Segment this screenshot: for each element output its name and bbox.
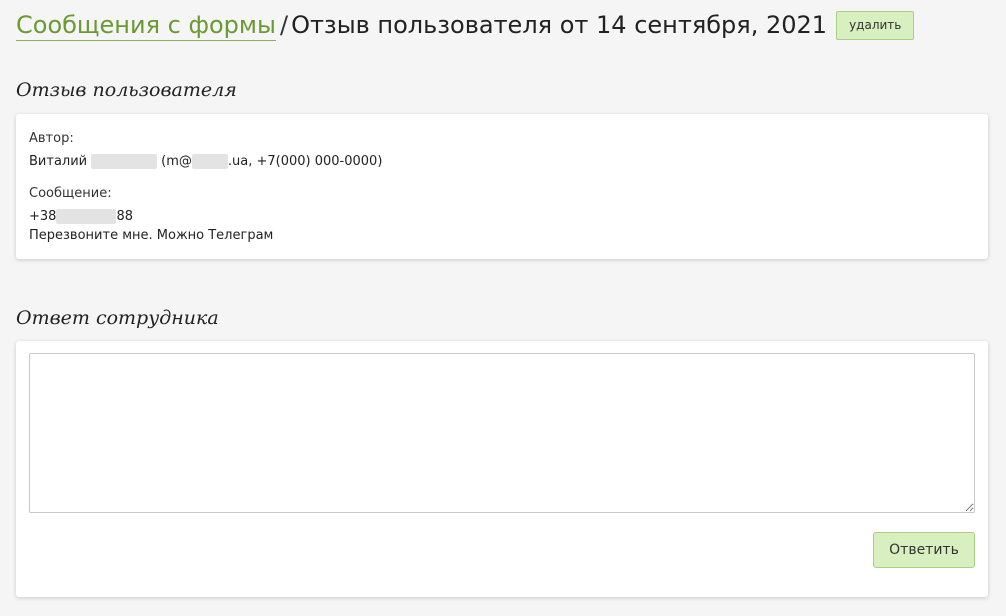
feedback-section-title: Отзыв пользователя	[16, 79, 237, 101]
reply-card: Ответить	[16, 341, 988, 597]
phone-suffix: 88	[116, 209, 133, 224]
breadcrumb-link-form-messages[interactable]: Сообщения с формы	[16, 10, 276, 41]
author-email-prefix: (m@	[161, 154, 192, 169]
author-name: Виталий	[29, 154, 88, 169]
page-title: Отзыв пользователя от 14 сентября, 2021	[291, 11, 828, 39]
phone-prefix: +38	[29, 209, 57, 224]
message-phone: +38 88	[29, 209, 133, 224]
author-info: Виталий (m@ .ua, +7(000) 000-0000)	[29, 154, 382, 169]
message-label: Сообщение:	[29, 186, 112, 201]
reply-textarea[interactable]	[29, 353, 975, 513]
delete-button[interactable]: удалить	[836, 10, 915, 40]
reply-section-title: Ответ сотрудника	[16, 307, 219, 329]
author-label: Автор:	[29, 131, 74, 146]
redacted-phone	[56, 209, 117, 224]
feedback-card: Автор: Виталий (m@ .ua, +7(000) 000-0000…	[16, 114, 988, 259]
message-text: Перезвоните мне. Можно Телеграм	[29, 228, 274, 243]
breadcrumb-separator: /	[279, 11, 289, 39]
breadcrumb: Сообщения с формы / Отзыв пользователя о…	[16, 8, 915, 42]
reply-submit-button[interactable]: Ответить	[873, 532, 975, 568]
redacted-email-domain	[191, 154, 228, 169]
redacted-surname	[91, 154, 158, 169]
author-contact-suffix: .ua, +7(000) 000-0000)	[227, 154, 383, 169]
